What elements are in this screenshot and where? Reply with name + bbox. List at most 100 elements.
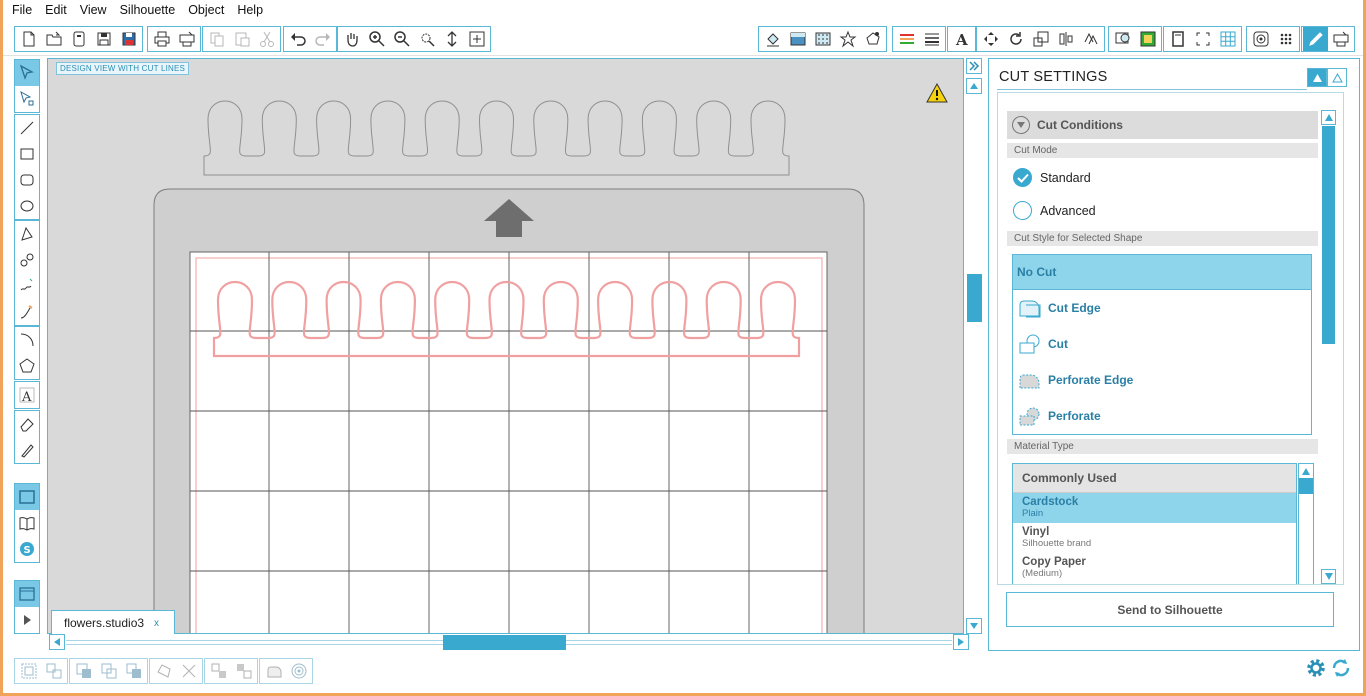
fill-gradient-button[interactable] <box>785 27 810 51</box>
edit-points-tool[interactable] <box>15 86 39 112</box>
design-view-tool[interactable] <box>15 484 39 510</box>
print-button[interactable] <box>149 27 174 51</box>
save-button[interactable] <box>91 27 116 51</box>
cut-conditions-header[interactable]: Cut Conditions <box>1007 111 1318 139</box>
redo-button[interactable] <box>310 27 335 51</box>
scroll-right-button[interactable] <box>953 634 969 650</box>
style-perforate-edge[interactable]: Perforate Edge <box>1013 362 1311 398</box>
align-button[interactable] <box>1053 27 1078 51</box>
modify-button[interactable] <box>1135 27 1160 51</box>
group-button[interactable] <box>16 659 41 683</box>
library-button[interactable] <box>66 27 91 51</box>
expand-tools-button[interactable] <box>15 607 39 633</box>
style-cut-edge[interactable]: Cut Edge <box>1013 290 1311 326</box>
scroll-up-button[interactable] <box>966 78 982 94</box>
fill-pattern-button[interactable] <box>810 27 835 51</box>
rounded-rectangle-tool[interactable] <box>15 167 39 193</box>
menu-help[interactable]: Help <box>237 3 263 17</box>
warning-icon[interactable] <box>926 83 948 103</box>
zoom-select-button[interactable] <box>414 27 439 51</box>
menu-object[interactable]: Object <box>188 3 224 17</box>
material-scroll-up-icon[interactable] <box>1299 464 1313 478</box>
settings-scrollbar[interactable] <box>1320 110 1337 584</box>
mode-standard-radio[interactable]: Standard <box>1013 168 1091 187</box>
select-tool[interactable] <box>15 60 39 86</box>
text-style-button[interactable]: A <box>949 27 974 51</box>
cut-settings-button[interactable] <box>1303 27 1328 51</box>
style-no-cut[interactable]: No Cut <box>1013 255 1311 290</box>
zoom-drag-button[interactable] <box>439 27 464 51</box>
offset-button[interactable] <box>1248 27 1273 51</box>
regular-polygon-tool[interactable] <box>15 353 39 379</box>
freehand-tool[interactable] <box>15 273 39 299</box>
vertical-scroll-thumb[interactable] <box>967 274 982 322</box>
mode-advanced-radio[interactable]: Advanced <box>1013 201 1096 220</box>
canvas-horizontal-scrollbar[interactable] <box>49 634 969 651</box>
shape-offset-button[interactable] <box>261 659 286 683</box>
save-library-button[interactable] <box>116 27 141 51</box>
open-file-button[interactable] <box>41 27 66 51</box>
sync-icon[interactable] <box>1330 657 1352 679</box>
zoom-out-button[interactable] <box>389 27 414 51</box>
scale-button[interactable] <box>1028 27 1053 51</box>
curve-tool[interactable] <box>15 247 39 273</box>
panel-expand-button[interactable] <box>1327 68 1347 87</box>
copy-button[interactable] <box>204 27 229 51</box>
menu-file[interactable]: File <box>12 3 32 17</box>
scroll-down-button[interactable] <box>966 618 982 634</box>
cut-button[interactable] <box>254 27 279 51</box>
line-color-button[interactable] <box>894 27 919 51</box>
send-cut-button[interactable] <box>174 27 199 51</box>
horizontal-scroll-thumb[interactable] <box>443 635 566 650</box>
material-scroll-thumb[interactable] <box>1299 478 1313 494</box>
library-view-tool[interactable] <box>15 510 39 536</box>
settings-scroll-thumb[interactable] <box>1322 126 1335 344</box>
style-perforate[interactable]: Perforate <box>1013 398 1311 434</box>
send-to-silhouette-button-panel[interactable]: Send to Silhouette <box>1006 592 1334 627</box>
internal-offset-button[interactable] <box>286 659 311 683</box>
eraser-tool[interactable] <box>15 411 39 437</box>
move-button[interactable] <box>978 27 1003 51</box>
smooth-freehand-tool[interactable] <box>15 299 39 325</box>
document-tab[interactable]: flowers.studio3 x <box>51 610 175 635</box>
menu-edit[interactable]: Edit <box>45 3 67 17</box>
material-list-scrollbar[interactable] <box>1298 463 1314 584</box>
rectangle-tool[interactable] <box>15 141 39 167</box>
pan-button[interactable] <box>339 27 364 51</box>
polygon-tool[interactable] <box>15 221 39 247</box>
shadow-button[interactable] <box>860 27 885 51</box>
expand-panel-button[interactable] <box>966 58 982 74</box>
arc-tool[interactable] <box>15 327 39 353</box>
line-tool[interactable] <box>15 115 39 141</box>
knife-tool[interactable] <box>15 437 39 463</box>
zoom-in-button[interactable] <box>364 27 389 51</box>
ungroup-button[interactable] <box>41 659 66 683</box>
page-setup-button[interactable] <box>1165 27 1190 51</box>
new-file-button[interactable] <box>16 27 41 51</box>
delete-button[interactable] <box>176 659 201 683</box>
show-panels-tool[interactable] <box>15 581 39 607</box>
line-style-button[interactable] <box>835 27 860 51</box>
fill-color-button[interactable] <box>760 27 785 51</box>
settings-scroll-up-icon[interactable] <box>1321 110 1336 125</box>
close-tab-icon[interactable]: x <box>154 618 159 629</box>
style-cut[interactable]: Cut <box>1013 326 1311 362</box>
panel-collapse-button[interactable] <box>1307 68 1327 87</box>
store-view-tool[interactable]: S <box>15 536 39 562</box>
registration-button[interactable] <box>1190 27 1215 51</box>
trace-button[interactable] <box>1110 27 1135 51</box>
material-item[interactable]: Cardstock Plain <box>1013 493 1296 523</box>
menu-view[interactable]: View <box>80 3 107 17</box>
gear-icon[interactable] <box>1305 657 1327 679</box>
line-width-button[interactable] <box>919 27 944 51</box>
sketch-button[interactable] <box>1273 27 1298 51</box>
ellipse-tool[interactable] <box>15 193 39 219</box>
replicate-button[interactable] <box>1078 27 1103 51</box>
release-compound-button[interactable] <box>96 659 121 683</box>
undo-button[interactable] <box>285 27 310 51</box>
material-item[interactable]: Vinyl Silhouette brand <box>1013 523 1296 553</box>
material-item[interactable]: Copy Paper (Medium) <box>1013 553 1296 583</box>
bring-forward-button[interactable] <box>121 659 146 683</box>
send-to-silhouette-button[interactable] <box>1328 27 1353 51</box>
menu-silhouette[interactable]: Silhouette <box>120 3 176 17</box>
